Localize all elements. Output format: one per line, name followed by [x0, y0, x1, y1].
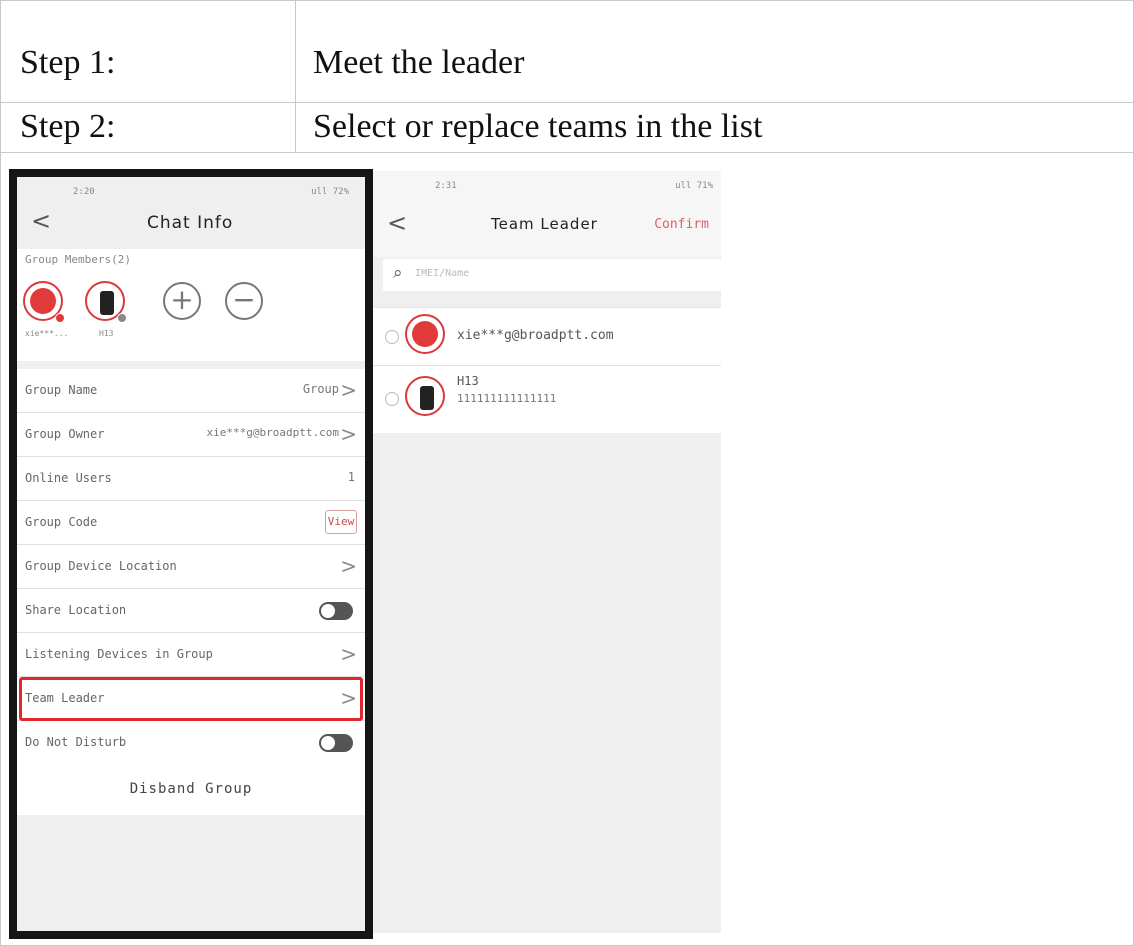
status-time: 2:20 [73, 187, 95, 197]
status-time: 2:31 [435, 181, 457, 191]
disband-group-button[interactable]: Disband Group [17, 763, 365, 815]
step2-text: Select or replace teams in the list [313, 108, 763, 145]
search-icon: ⌕ [393, 263, 403, 283]
team-leader-screenshot: 2:31 ull 71% < Team Leader Confirm ⌕ IME… [373, 171, 721, 933]
member-avatar-xie[interactable] [23, 281, 65, 323]
step2-label: Step 2: [20, 108, 116, 145]
select-radio[interactable] [385, 392, 399, 406]
user-avatar [405, 314, 445, 354]
step1-text: Meet the leader [313, 44, 525, 81]
members-label: Group Members(2) [25, 253, 131, 266]
page-title: Team Leader [491, 215, 598, 233]
member-avatar-h13[interactable] [85, 281, 127, 323]
select-radio[interactable] [385, 330, 399, 344]
status-icons: ull 72% [311, 187, 349, 197]
user-icon [30, 288, 56, 314]
group-members-panel: Group Members(2) xie***... H13 + − [17, 249, 365, 361]
back-button[interactable]: < [387, 209, 407, 237]
group-name-row[interactable]: Group Name Group > [17, 369, 365, 413]
chevron-right-icon: > [340, 554, 357, 578]
remove-member-button[interactable]: − [225, 282, 263, 320]
group-owner-row[interactable]: Group Owner xie***g@broadptt.com > [17, 413, 365, 457]
walkie-talkie-icon [420, 386, 434, 410]
user-icon [412, 321, 438, 347]
online-users-row: Online Users 1 [17, 457, 365, 501]
chevron-right-icon: > [340, 378, 357, 402]
confirm-button[interactable]: Confirm [654, 217, 709, 232]
walkie-talkie-icon [100, 291, 114, 315]
back-button[interactable]: < [31, 207, 51, 235]
header: 2:31 ull 71% < Team Leader Confirm [373, 171, 721, 257]
chevron-right-icon: > [340, 422, 357, 446]
search-placeholder: IMEI/Name [415, 268, 470, 279]
member-caption: xie***... [25, 329, 69, 338]
do-not-disturb-row: Do Not Disturb [17, 721, 365, 765]
chat-info-screenshot: 2:20 ull 72% < Chat Info Group Members(2… [9, 169, 373, 939]
status-icons: ull 71% [675, 181, 713, 191]
search-field[interactable]: ⌕ IMEI/Name [383, 259, 721, 291]
chevron-right-icon: > [340, 642, 357, 666]
step1-label: Step 1: [20, 44, 116, 81]
list-item[interactable]: xie***g@broadptt.com [373, 308, 721, 366]
view-code-button[interactable]: View [325, 510, 357, 534]
listening-devices-row[interactable]: Listening Devices in Group > [17, 633, 365, 677]
status-dot [55, 313, 65, 323]
do-not-disturb-toggle[interactable] [319, 734, 353, 752]
group-code-row: Group Code View [17, 501, 365, 545]
device-avatar [405, 376, 445, 416]
page-title: Chat Info [147, 213, 234, 233]
list-item[interactable]: H13 111111111111111 [373, 366, 721, 432]
status-dot [117, 313, 127, 323]
group-device-location-row[interactable]: Group Device Location > [17, 545, 365, 589]
team-leader-highlight [19, 677, 363, 721]
add-member-button[interactable]: + [163, 282, 201, 320]
settings-list: Group Name Group > Group Owner xie***g@b… [17, 369, 365, 765]
member-list: xie***g@broadptt.com H13 111111111111111 [373, 307, 721, 433]
share-location-toggle[interactable] [319, 602, 353, 620]
member-caption: H13 [99, 329, 114, 338]
share-location-row: Share Location [17, 589, 365, 633]
